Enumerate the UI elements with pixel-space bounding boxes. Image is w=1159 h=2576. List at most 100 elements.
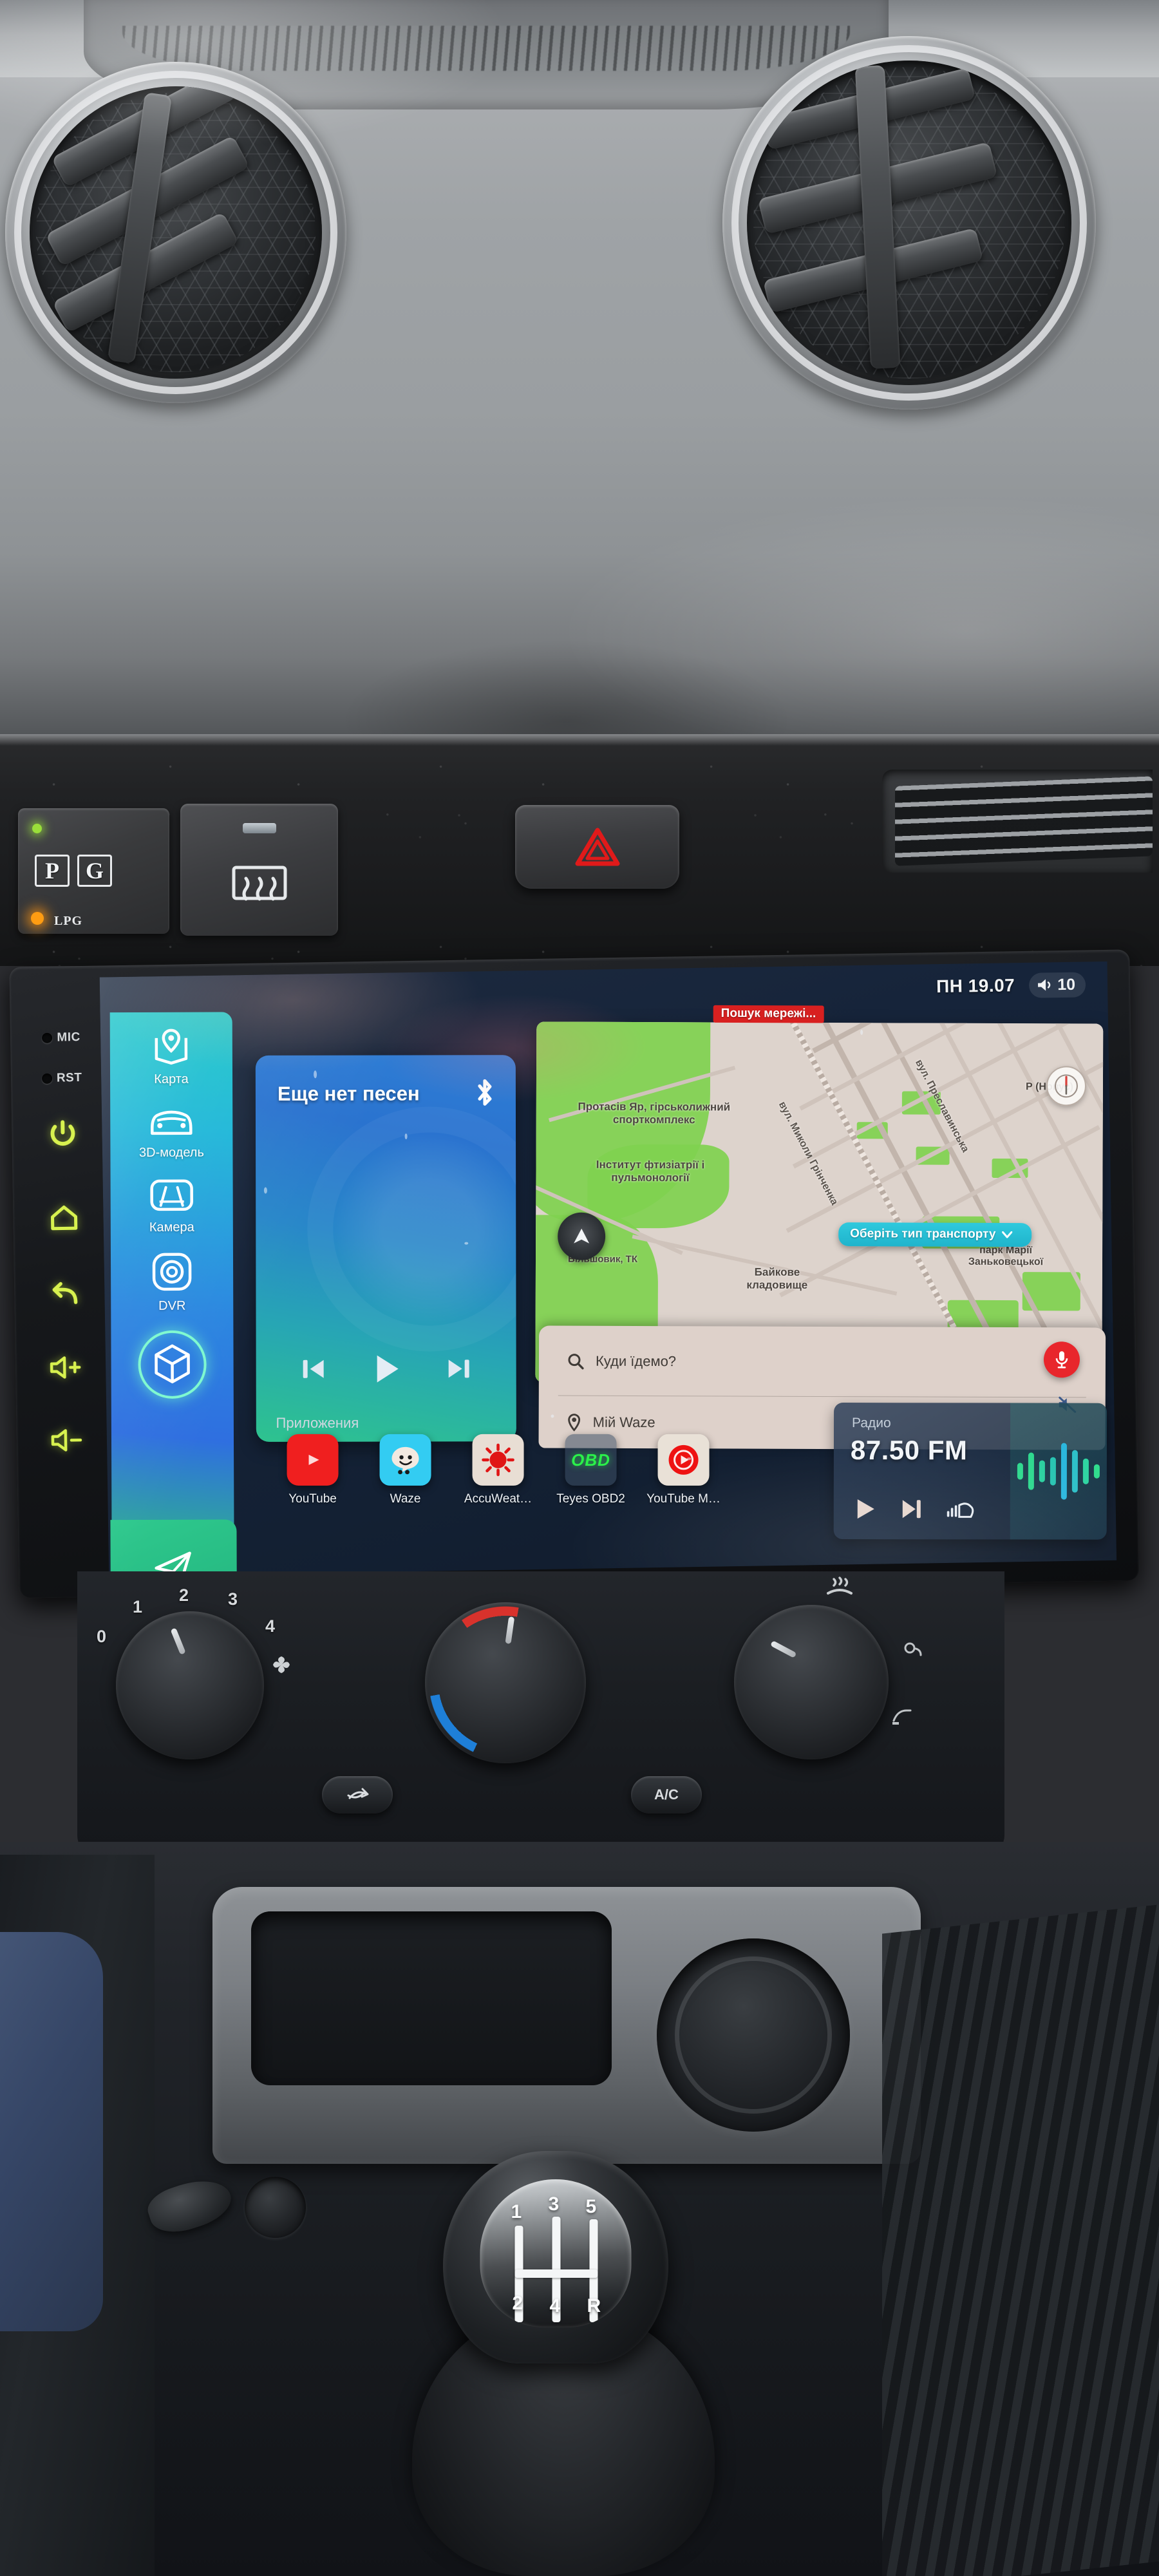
- app-waze[interactable]: Waze: [368, 1434, 444, 1506]
- knob-pointer: [170, 1627, 186, 1655]
- radio-next-button[interactable]: [900, 1496, 924, 1525]
- head-unit-hard-keys: MIC RST: [26, 1030, 104, 1486]
- rail-item-map[interactable]: Карта: [110, 1026, 232, 1087]
- soundcloud-icon[interactable]: [946, 1499, 974, 1522]
- lpg-amber-led: [31, 912, 44, 925]
- map-street-label: вул. Миколи Грінченка: [776, 1099, 840, 1208]
- temperature-color-arc: [425, 1602, 586, 1763]
- air-distribution-knob[interactable]: [734, 1605, 889, 1759]
- radio-play-button[interactable]: [853, 1496, 878, 1525]
- bluetooth-icon[interactable]: [473, 1077, 496, 1112]
- ac-button[interactable]: A/C: [631, 1776, 702, 1814]
- rear-defrost-button[interactable]: [180, 804, 338, 936]
- app-accuweather[interactable]: AccuWeat…: [460, 1434, 536, 1506]
- gear-pattern: 1 3 5 2 4 R: [480, 2179, 632, 2327]
- rail-item-dvr[interactable]: DVR: [111, 1251, 233, 1314]
- rail-label-dvr: DVR: [158, 1298, 186, 1313]
- defrost-indicator-lens: [242, 823, 276, 833]
- waze-voice-button[interactable]: [1043, 1341, 1080, 1378]
- music-player-card[interactable]: Еще нет песен: [255, 1055, 516, 1442]
- volume-value: 10: [1057, 975, 1076, 994]
- android-head-unit: MIC RST ПН 19.07 10 Карта 3D-модель Каме…: [9, 949, 1140, 1598]
- app-youtube-music[interactable]: YouTube M…: [646, 1434, 722, 1506]
- next-track-button[interactable]: [445, 1354, 473, 1386]
- mic-key-label: MIC: [57, 1030, 80, 1045]
- rear-defroster-icon: [232, 866, 287, 915]
- rail-item-cube-active[interactable]: [111, 1330, 233, 1399]
- console-round-cap: [245, 2177, 306, 2238]
- volume-down-key[interactable]: [32, 1412, 104, 1482]
- dvr-lens-icon: [152, 1253, 192, 1291]
- apps-section-title: Приложения: [276, 1414, 359, 1431]
- fan-blade-icon: [270, 1654, 292, 1679]
- map-place-label: парк Марії Заньковецької: [968, 1244, 1044, 1268]
- radio-card[interactable]: Радио 87.50 FM: [833, 1403, 1107, 1540]
- recirculation-icon: [347, 1788, 369, 1799]
- waveform-bar: [1028, 1452, 1034, 1490]
- volume-indicator[interactable]: 10: [1028, 971, 1086, 998]
- waveform-bar: [1060, 1443, 1067, 1500]
- volume-down-icon: [50, 1429, 85, 1455]
- back-key[interactable]: [30, 1265, 102, 1337]
- waveform-bar: [1071, 1450, 1078, 1493]
- power-icon: [50, 1120, 77, 1151]
- transport-type-chip[interactable]: Оберіть тип транспорту: [838, 1222, 1032, 1247]
- air-vent-right[interactable]: [722, 36, 1096, 410]
- power-key[interactable]: [27, 1119, 99, 1182]
- reset-key-label: RST: [56, 1070, 82, 1085]
- feet-vent-icon: [890, 1704, 912, 1729]
- fan-mark-2: 2: [179, 1586, 189, 1605]
- manual-gear-knob[interactable]: 1 3 5 2 4 R: [443, 2151, 668, 2363]
- gear-number: R: [587, 2295, 601, 2316]
- app-label: AccuWeat…: [464, 1492, 532, 1506]
- rail-item-camera[interactable]: Камера: [111, 1177, 233, 1235]
- home-key[interactable]: [28, 1184, 100, 1263]
- radio-waveform: [1010, 1403, 1107, 1540]
- gear-number: 3: [548, 2193, 560, 2215]
- active-indicator-ring: [138, 1330, 207, 1399]
- radio-label: Радио: [851, 1416, 891, 1431]
- waveform-bar: [1093, 1464, 1100, 1479]
- air-vent-left[interactable]: [5, 62, 346, 403]
- speaker-icon: [1038, 979, 1051, 991]
- gear-number: 4: [549, 2295, 561, 2316]
- rail-label-camera: Камера: [149, 1220, 194, 1235]
- microphone-dot: [42, 1032, 53, 1043]
- navigation-arrow-icon: [574, 1228, 590, 1244]
- passenger-side-vent[interactable]: [882, 770, 1153, 873]
- cup-holder: [657, 1938, 850, 2132]
- camera-view-icon: [150, 1179, 193, 1211]
- hazard-lights-button[interactable]: [515, 805, 679, 889]
- volume-up-key[interactable]: [31, 1339, 103, 1410]
- play-button[interactable]: [370, 1351, 403, 1390]
- map-place-label: Байкове кладовище: [746, 1265, 808, 1291]
- app-label: Teyes OBD2: [556, 1492, 625, 1506]
- reset-key[interactable]: RST: [26, 1071, 98, 1117]
- previous-track-button[interactable]: [299, 1355, 327, 1387]
- radio-frequency: 87.50 FM: [850, 1435, 968, 1466]
- rail-send-button[interactable]: [110, 1519, 237, 1577]
- fan-speed-knob[interactable]: [116, 1611, 264, 1759]
- head-unit-screen[interactable]: ПН 19.07 10 Карта 3D-модель Камера DVR Е…: [99, 961, 1117, 1577]
- lpg-green-led: [32, 824, 42, 833]
- lpg-petrol-badge: P: [35, 855, 70, 887]
- waze-divider: [558, 1395, 1086, 1398]
- cube-3d-icon: [155, 1344, 190, 1384]
- waze-search-row[interactable]: Куди їдемо?: [567, 1353, 676, 1370]
- app-teyes-obd2[interactable]: OBD Teyes OBD2: [553, 1434, 629, 1506]
- reset-dot[interactable]: [41, 1073, 53, 1084]
- status-bar: ПН 19.07 10: [100, 961, 1108, 1023]
- radio-controls: [853, 1496, 974, 1525]
- status-clock: ПН 19.07: [936, 975, 1015, 997]
- map-pin-icon: [155, 1028, 188, 1065]
- app-label: YouTube M…: [646, 1492, 721, 1506]
- lpg-switch[interactable]: P G LPG: [18, 808, 169, 934]
- rail-item-3d-model[interactable]: 3D-модель: [110, 1103, 232, 1160]
- app-youtube[interactable]: YouTube: [275, 1434, 351, 1506]
- obd-text-icon: OBD: [565, 1434, 617, 1486]
- map-compass[interactable]: [1046, 1066, 1087, 1106]
- home-icon: [50, 1205, 79, 1234]
- recirculation-button[interactable]: [322, 1776, 393, 1814]
- microphone-icon: [1055, 1351, 1068, 1368]
- gear-number: 2: [512, 2293, 523, 2314]
